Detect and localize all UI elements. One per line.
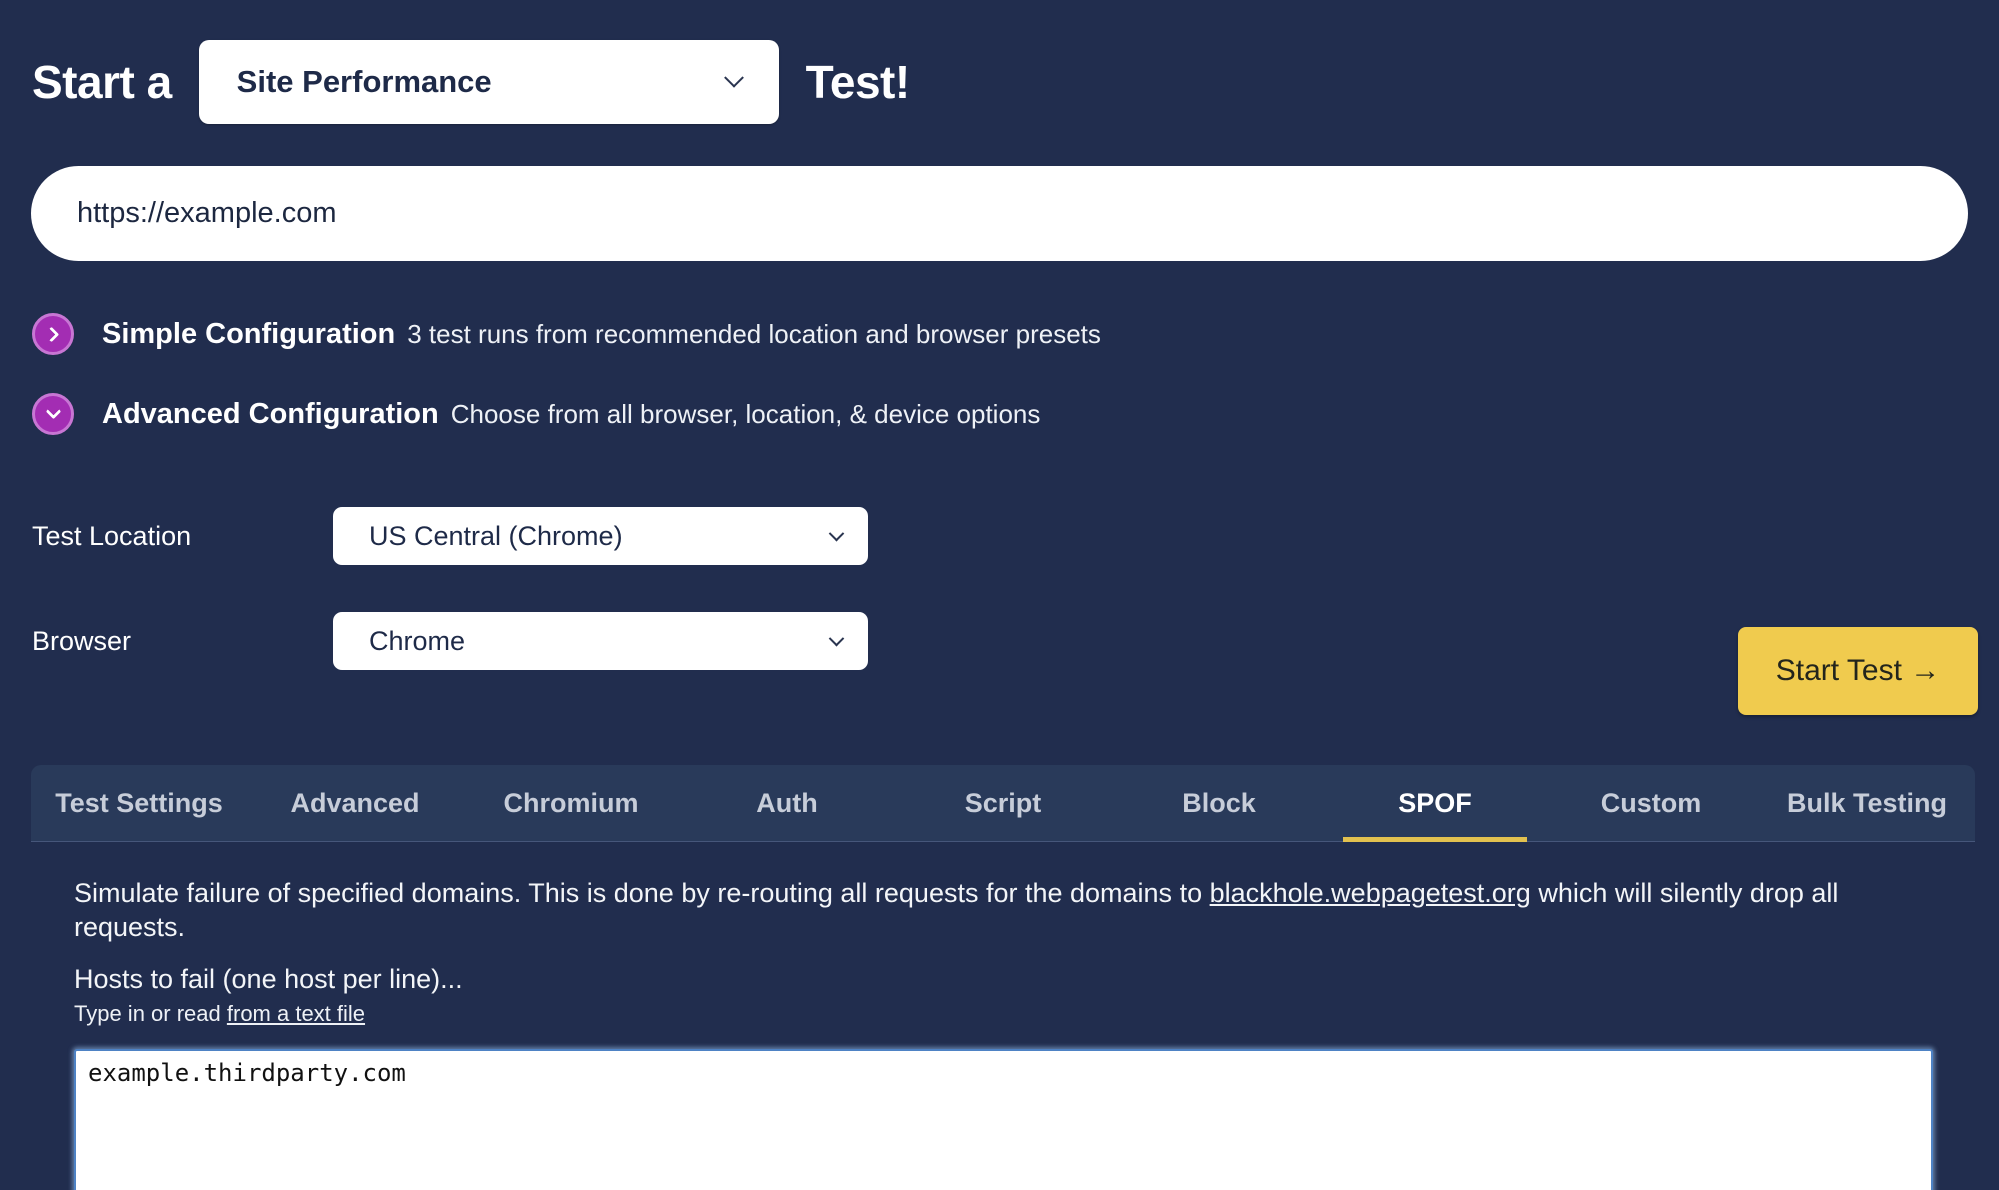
- chevron-right-icon: [43, 326, 59, 342]
- tab-chromium[interactable]: Chromium: [463, 765, 679, 841]
- type-in-prefix: Type in or read: [74, 1001, 227, 1026]
- simple-configuration-toggle[interactable]: Simple Configuration 3 test runs from re…: [32, 313, 1999, 355]
- tab-custom[interactable]: Custom: [1543, 765, 1759, 841]
- spof-description-before-link: Simulate failure of specified domains. T…: [74, 878, 1210, 908]
- tab-advanced[interactable]: Advanced: [247, 765, 463, 841]
- simple-configuration-description: 3 test runs from recommended location an…: [407, 319, 1101, 350]
- webpagetest-start-test-page: Start a Site Performance Test! Simple Co…: [0, 0, 1999, 1190]
- chevron-down-circle-icon: [32, 393, 74, 435]
- spof-description: Simulate failure of specified domains. T…: [74, 876, 1933, 944]
- hosts-to-fail-textarea[interactable]: example.thirdparty.com: [74, 1049, 1933, 1190]
- page-title-row: Start a Site Performance Test!: [32, 40, 1967, 124]
- tab-script[interactable]: Script: [895, 765, 1111, 841]
- advanced-configuration-toggle[interactable]: Advanced Configuration Choose from all b…: [32, 393, 1999, 435]
- test-location-row: Test Location US Central (Chrome): [32, 507, 1999, 565]
- chevron-down-icon: [829, 525, 845, 541]
- test-location-select[interactable]: US Central (Chrome): [333, 507, 868, 565]
- advanced-configuration-description: Choose from all browser, location, & dev…: [451, 399, 1041, 430]
- test-location-selected-value: US Central (Chrome): [369, 521, 623, 552]
- start-test-button[interactable]: Start Test →: [1738, 627, 1978, 715]
- page-title-prefix: Start a: [32, 55, 172, 109]
- tab-auth[interactable]: Auth: [679, 765, 895, 841]
- test-type-select[interactable]: Site Performance: [199, 40, 779, 124]
- settings-tab-bar: Test Settings Advanced Chromium Auth Scr…: [31, 765, 1975, 842]
- chevron-down-icon: [724, 68, 744, 88]
- type-in-or-read-label: Type in or read from a text file: [74, 1001, 1933, 1027]
- from-a-text-file-link[interactable]: from a text file: [227, 1001, 365, 1026]
- simple-configuration-title: Simple Configuration: [102, 318, 395, 351]
- blackhole-webpagetest-link[interactable]: blackhole.webpagetest.org: [1210, 878, 1531, 908]
- tab-block[interactable]: Block: [1111, 765, 1327, 841]
- hosts-to-fail-label: Hosts to fail (one host per line)...: [74, 964, 1933, 995]
- chevron-down-icon: [45, 404, 61, 420]
- browser-row: Browser Chrome: [32, 612, 1999, 670]
- test-url-input[interactable]: [31, 166, 1968, 261]
- chevron-right-circle-icon: [32, 313, 74, 355]
- test-location-label: Test Location: [32, 521, 333, 552]
- tab-bulk-testing[interactable]: Bulk Testing: [1759, 765, 1975, 841]
- spof-panel: Simulate failure of specified domains. T…: [74, 876, 1933, 1190]
- tab-spof[interactable]: SPOF: [1327, 765, 1543, 841]
- page-title-suffix: Test!: [806, 55, 910, 109]
- chevron-down-icon: [829, 630, 845, 646]
- tab-test-settings[interactable]: Test Settings: [31, 765, 247, 841]
- test-type-selected-value: Site Performance: [237, 64, 492, 100]
- browser-label: Browser: [32, 626, 333, 657]
- browser-select[interactable]: Chrome: [333, 612, 868, 670]
- advanced-configuration-title: Advanced Configuration: [102, 398, 439, 431]
- browser-selected-value: Chrome: [369, 626, 465, 657]
